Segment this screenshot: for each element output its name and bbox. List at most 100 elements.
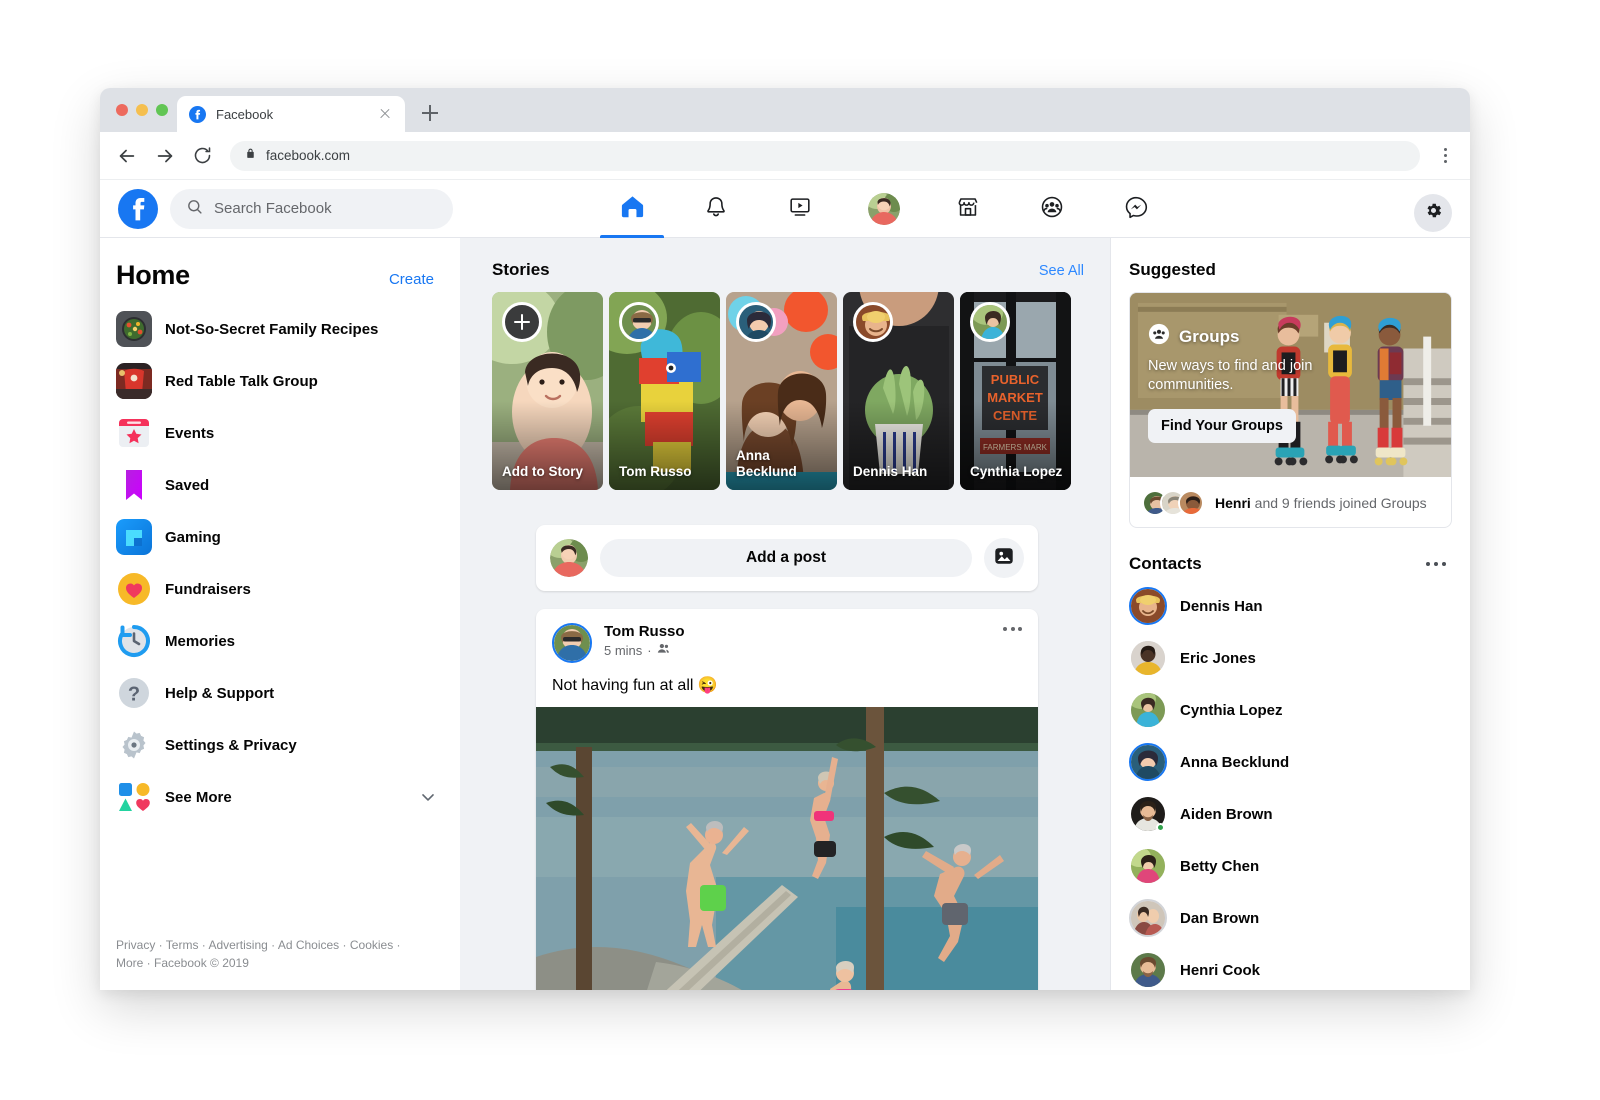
- heart-circle-icon: [116, 571, 152, 607]
- find-your-groups-button[interactable]: Find Your Groups: [1148, 408, 1296, 443]
- marketplace-shop-icon: [955, 194, 981, 225]
- contact-eric-jones[interactable]: Eric Jones: [1119, 632, 1462, 684]
- contact-name: Aiden Brown: [1180, 805, 1273, 823]
- sidebar-item-memories[interactable]: Memories: [108, 615, 452, 667]
- avatar: [868, 193, 900, 225]
- browser-tab[interactable]: Facebook: [177, 96, 405, 132]
- contact-betty-chen[interactable]: Betty Chen: [1119, 840, 1462, 892]
- suggested-card-description: New ways to find and join communities.: [1148, 358, 1313, 393]
- avatar: [550, 539, 588, 577]
- sidebar-item-events[interactable]: Events: [108, 407, 452, 459]
- contact-name: Henri Cook: [1180, 961, 1261, 979]
- story-card-label: Dennis Han: [853, 464, 928, 480]
- sidebar-item-help-support[interactable]: ? Help & Support: [108, 667, 452, 719]
- story-avatar: [736, 302, 776, 342]
- sidebar-item-see-more[interactable]: See More: [108, 771, 452, 823]
- contact-henri-cook[interactable]: Henri Cook: [1119, 944, 1462, 990]
- story-card-add[interactable]: Add to Story: [492, 292, 603, 490]
- messenger-icon: [1123, 194, 1149, 225]
- sidebar-item-red-table-talk[interactable]: Red Table Talk Group: [108, 355, 452, 407]
- nav-watch[interactable]: [758, 180, 842, 238]
- address-bar[interactable]: facebook.com: [230, 140, 1420, 171]
- nav-profile[interactable]: [842, 180, 926, 238]
- window-controls: [116, 104, 168, 116]
- forward-icon[interactable]: [154, 145, 176, 167]
- post-image[interactable]: [536, 707, 1038, 990]
- post-options-button[interactable]: [1003, 627, 1022, 631]
- browser-menu-icon[interactable]: [1436, 147, 1454, 165]
- close-tab-icon[interactable]: [377, 106, 393, 122]
- home-icon: [619, 193, 646, 225]
- clock-history-icon: [116, 623, 152, 659]
- contact-name: Dennis Han: [1180, 597, 1263, 615]
- contact-dennis-han[interactable]: Dennis Han: [1119, 580, 1462, 632]
- nav-home[interactable]: [590, 180, 674, 238]
- sidebar-item-label: Events: [165, 424, 215, 442]
- add-photo-button[interactable]: [984, 538, 1024, 578]
- story-avatar: [619, 302, 659, 342]
- nav-messenger[interactable]: [1094, 180, 1178, 238]
- close-window-button[interactable]: [116, 104, 128, 116]
- contacts-list: Dennis Han Eric Jones Cynthia Lopez Anna…: [1111, 580, 1470, 990]
- avatar: [1129, 743, 1167, 781]
- contact-name: Betty Chen: [1180, 857, 1260, 875]
- suggested-groups-card[interactable]: Groups New ways to find and join communi…: [1129, 292, 1452, 528]
- add-story-plus-icon[interactable]: [502, 302, 542, 342]
- sidebar-item-fundraisers[interactable]: Fundraisers: [108, 563, 452, 615]
- footer-links-line-1[interactable]: Privacy · Terms · Advertising · Ad Choic…: [116, 937, 438, 954]
- nav-notifications[interactable]: [674, 180, 758, 238]
- avatar[interactable]: [552, 623, 592, 663]
- add-post-placeholder: Add a post: [745, 549, 827, 566]
- story-card-dennis-han[interactable]: Dennis Han: [843, 292, 954, 490]
- stories-row: Add to Story Tom Russo Anna Becklund Den…: [460, 292, 1110, 490]
- settings-button[interactable]: [1414, 194, 1452, 232]
- page-title: Home: [116, 260, 190, 290]
- search-placeholder: Search Facebook: [214, 200, 332, 217]
- sidebar-item-saved[interactable]: Saved: [108, 459, 452, 511]
- chevron-down-icon[interactable]: [418, 787, 438, 807]
- gear-icon: [116, 727, 152, 763]
- back-icon[interactable]: [116, 145, 138, 167]
- browser-tab-bar: Facebook: [100, 88, 1470, 132]
- sidebar-item-gaming[interactable]: Gaming: [108, 511, 452, 563]
- stories-see-all-link[interactable]: See All: [1039, 263, 1084, 279]
- story-card-cynthia-lopez[interactable]: PUBLIC MARKET CENTE FARMERS MARK C: [960, 292, 1071, 490]
- story-card-label: Anna Becklund: [736, 448, 797, 480]
- contact-name: Anna Becklund: [1180, 753, 1290, 771]
- nav-marketplace[interactable]: [926, 180, 1010, 238]
- story-card-label: Tom Russo: [619, 464, 692, 480]
- reload-icon[interactable]: [192, 145, 214, 167]
- contact-name: Eric Jones: [1180, 649, 1256, 667]
- nav-groups[interactable]: [1010, 180, 1094, 238]
- contact-aiden-brown[interactable]: Aiden Brown: [1119, 788, 1462, 840]
- create-link[interactable]: Create: [389, 271, 434, 288]
- contacts-options-button[interactable]: [1425, 561, 1446, 567]
- post-meta: 5 mins ·: [604, 642, 685, 658]
- sidebar-item-settings-privacy[interactable]: Settings & Privacy: [108, 719, 452, 771]
- sidebar-item-label: Saved: [165, 476, 210, 494]
- add-post-input[interactable]: Add a post: [600, 539, 972, 577]
- contacts-header: Contacts: [1111, 528, 1470, 580]
- avatar-image: [1131, 641, 1165, 675]
- minimize-window-button[interactable]: [136, 104, 148, 116]
- search-input[interactable]: Search Facebook: [170, 188, 453, 229]
- lock-icon: [244, 147, 257, 165]
- sidebar-item-label: Gaming: [165, 528, 221, 546]
- svg-text:?: ?: [128, 684, 140, 706]
- story-card-label: Cynthia Lopez: [970, 464, 1063, 480]
- groups-badge-label: Groups: [1179, 326, 1240, 346]
- sidebar-item-label: See More: [165, 788, 232, 806]
- maximize-window-button[interactable]: [156, 104, 168, 116]
- new-tab-button[interactable]: [419, 102, 441, 124]
- sidebar-item-label: Settings & Privacy: [165, 736, 297, 754]
- contact-anna-becklund[interactable]: Anna Becklund: [1119, 736, 1462, 788]
- contact-cynthia-lopez[interactable]: Cynthia Lopez: [1119, 684, 1462, 736]
- contact-dan-brown[interactable]: Dan Brown: [1119, 892, 1462, 944]
- story-card-tom-russo[interactable]: Tom Russo: [609, 292, 720, 490]
- post-author-name[interactable]: Tom Russo: [604, 623, 685, 640]
- story-card-anna-becklund[interactable]: Anna Becklund: [726, 292, 837, 490]
- facebook-logo-icon[interactable]: [118, 188, 158, 229]
- footer-links-line-2[interactable]: More · Facebook © 2019: [116, 955, 438, 972]
- suggested-card-banner: Groups New ways to find and join communi…: [1130, 293, 1451, 479]
- sidebar-item-recipes[interactable]: Not-So-Secret Family Recipes: [108, 303, 452, 355]
